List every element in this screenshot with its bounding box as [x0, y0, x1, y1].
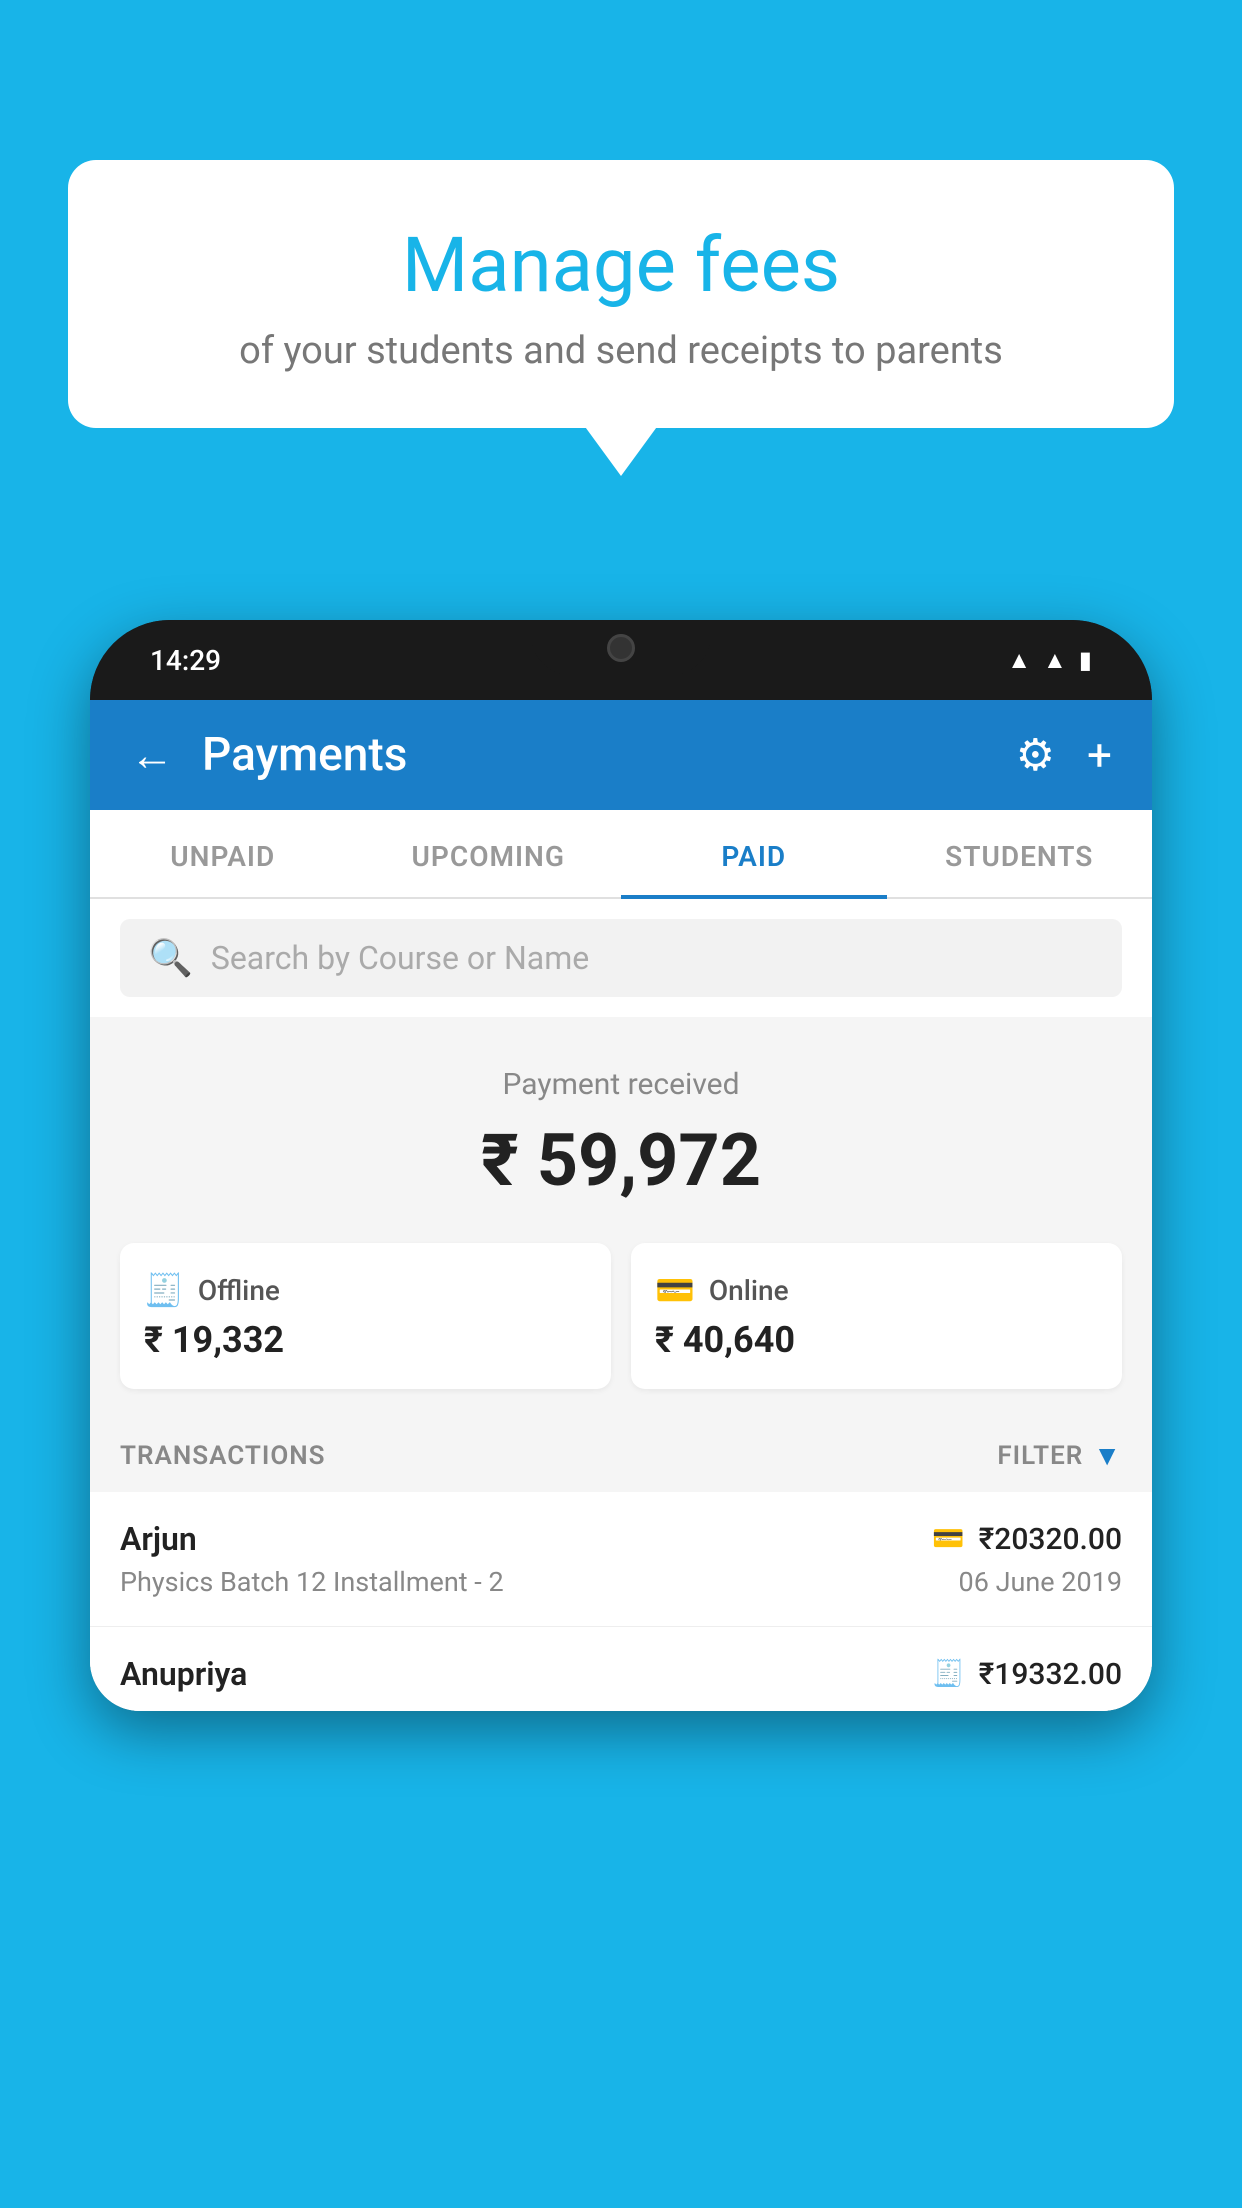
back-button[interactable]: ← [130, 729, 174, 781]
payment-summary: Payment received ₹ 59,972 [90, 1017, 1152, 1243]
tab-paid[interactable]: PAID [621, 810, 887, 897]
transaction-desc: Physics Batch 12 Installment - 2 [120, 1566, 504, 1598]
payment-type-icon: 💳 [932, 1524, 964, 1554]
transaction-row-top: Arjun 💳 ₹20320.00 [120, 1520, 1122, 1558]
app-content: 🔍 Search by Course or Name Payment recei… [90, 899, 1152, 1711]
payment-cards: 🧾 Offline ₹ 19,332 💳 Online ₹ 40,640 [90, 1243, 1152, 1419]
phone-notch [531, 620, 711, 675]
payment-received-label: Payment received [130, 1067, 1112, 1102]
offline-payment-card: 🧾 Offline ₹ 19,332 [120, 1243, 611, 1389]
status-icons: ▲ ▲ ▮ [1007, 646, 1092, 675]
online-card-header: 💳 Online [655, 1271, 1098, 1309]
filter-button[interactable]: FILTER ▼ [997, 1439, 1122, 1472]
search-bar: 🔍 Search by Course or Name [90, 899, 1152, 1017]
online-amount: ₹ 40,640 [655, 1319, 1098, 1361]
search-icon: 🔍 [148, 937, 193, 979]
search-input-wrap[interactable]: 🔍 Search by Course or Name [120, 919, 1122, 997]
transaction-name: Arjun [120, 1520, 197, 1558]
offline-amount: ₹ 19,332 [144, 1319, 587, 1361]
transactions-label: TRANSACTIONS [120, 1441, 326, 1471]
battery-icon: ▮ [1079, 646, 1092, 674]
transaction-amount-wrap: 💳 ₹20320.00 [932, 1522, 1122, 1557]
status-time: 14:29 [150, 644, 221, 677]
filter-icon: ▼ [1093, 1439, 1122, 1472]
wifi-icon: ▲ [1007, 646, 1031, 675]
tabs-bar: UNPAID UPCOMING PAID STUDENTS [90, 810, 1152, 899]
online-label: Online [709, 1274, 789, 1307]
phone-device: 14:29 ▲ ▲ ▮ ← Payments ⚙ + UNPAID U [90, 620, 1152, 1711]
tab-students[interactable]: STUDENTS [887, 810, 1153, 897]
add-icon[interactable]: + [1087, 729, 1112, 781]
transaction-name: Anupriya [120, 1655, 247, 1693]
app-header: ← Payments ⚙ + [90, 700, 1152, 810]
header-title: Payments [202, 728, 407, 782]
phone-wrapper: 14:29 ▲ ▲ ▮ ← Payments ⚙ + UNPAID U [90, 620, 1152, 2208]
transaction-amount: ₹19332.00 [979, 1657, 1122, 1692]
header-left: ← Payments [130, 728, 407, 782]
payment-type-icon: 🧾 [932, 1659, 964, 1689]
filter-label: FILTER [997, 1441, 1083, 1471]
tab-unpaid[interactable]: UNPAID [90, 810, 356, 897]
tab-upcoming[interactable]: UPCOMING [356, 810, 622, 897]
online-payment-card: 💳 Online ₹ 40,640 [631, 1243, 1122, 1389]
payment-total-amount: ₹ 59,972 [130, 1118, 1112, 1203]
bubble-subtitle: of your students and send receipts to pa… [118, 329, 1124, 373]
offline-icon: 🧾 [144, 1271, 184, 1309]
header-right: ⚙ + [1016, 729, 1112, 781]
status-bar: 14:29 ▲ ▲ ▮ [90, 620, 1152, 700]
table-row[interactable]: Arjun 💳 ₹20320.00 Physics Batch 12 Insta… [90, 1492, 1152, 1627]
offline-label: Offline [198, 1274, 280, 1307]
offline-card-header: 🧾 Offline [144, 1271, 587, 1309]
signal-icon: ▲ [1043, 646, 1067, 675]
bubble-title: Manage fees [118, 220, 1124, 311]
search-placeholder: Search by Course or Name [211, 939, 589, 977]
phone-camera [607, 634, 635, 662]
transactions-header: TRANSACTIONS FILTER ▼ [90, 1419, 1152, 1492]
transaction-date: 06 June 2019 [959, 1566, 1122, 1598]
table-row[interactable]: Anupriya 🧾 ₹19332.00 [90, 1627, 1152, 1711]
transaction-amount: ₹20320.00 [979, 1522, 1122, 1557]
online-icon: 💳 [655, 1271, 695, 1309]
transaction-row-bottom: Physics Batch 12 Installment - 2 06 June… [120, 1566, 1122, 1598]
settings-icon[interactable]: ⚙ [1016, 729, 1055, 781]
transaction-row-top: Anupriya 🧾 ₹19332.00 [120, 1655, 1122, 1693]
speech-bubble: Manage fees of your students and send re… [68, 160, 1174, 428]
transaction-list: Arjun 💳 ₹20320.00 Physics Batch 12 Insta… [90, 1492, 1152, 1711]
transaction-amount-wrap: 🧾 ₹19332.00 [932, 1657, 1122, 1692]
